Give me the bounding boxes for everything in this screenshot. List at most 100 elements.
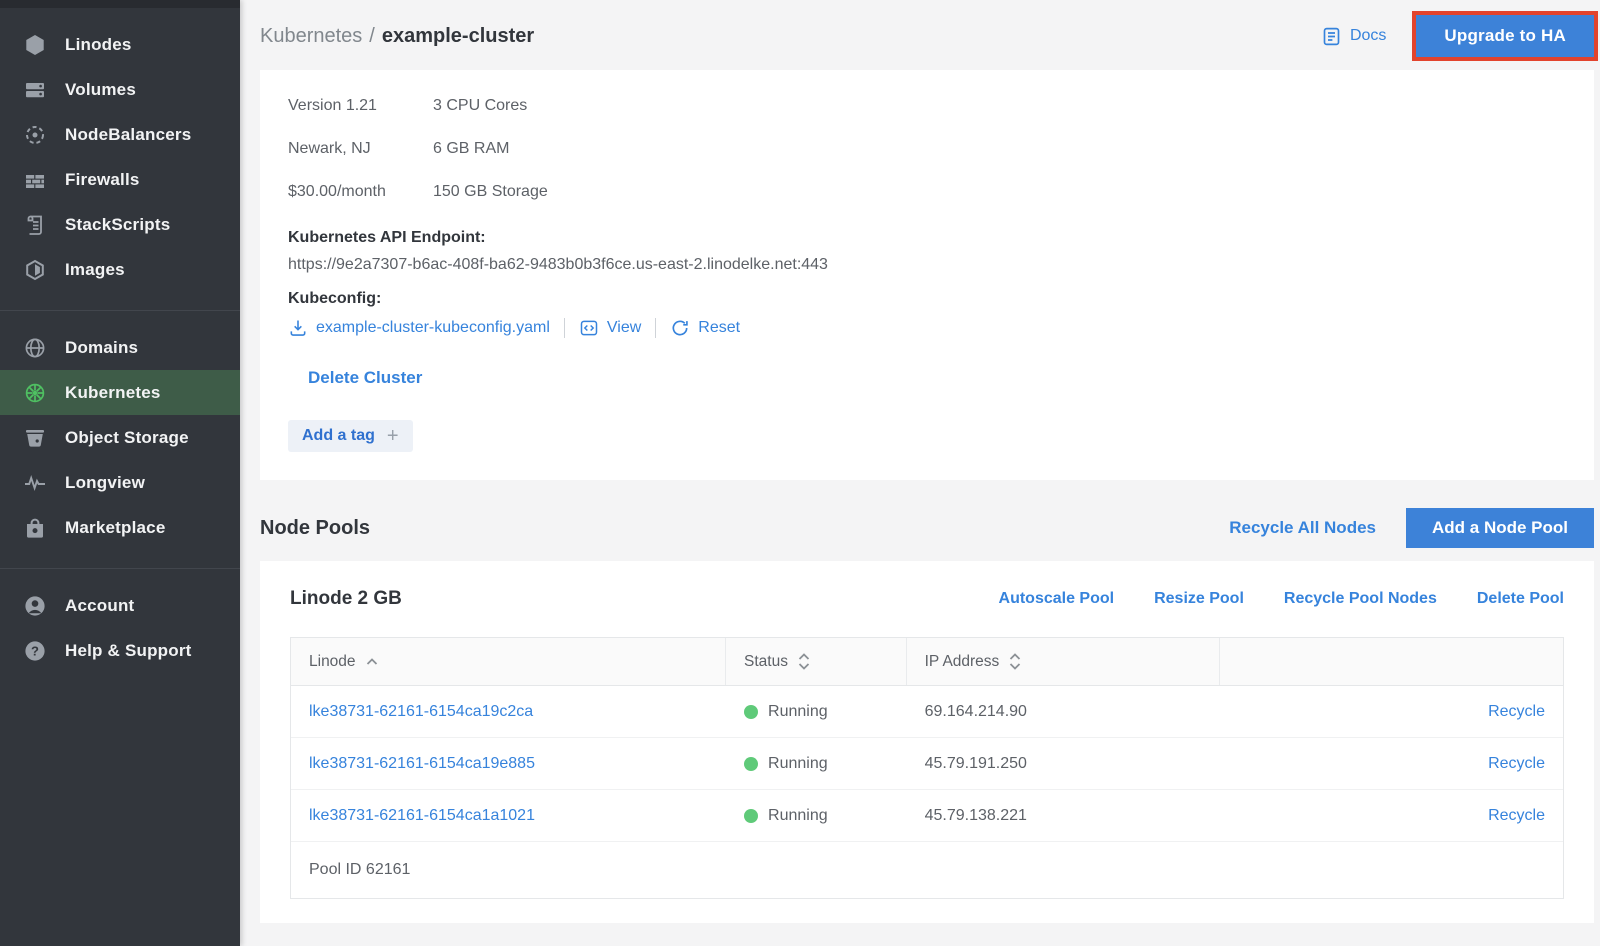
delete-pool-link[interactable]: Delete Pool — [1477, 590, 1564, 608]
kubeconfig-actions: example-cluster-kubeconfig.yaml View Res… — [288, 318, 1566, 338]
node-recycle-link[interactable]: Recycle — [1488, 703, 1545, 721]
status-dot-icon — [744, 757, 758, 771]
kubernetes-icon — [22, 380, 48, 406]
images-icon — [22, 257, 48, 283]
cluster-storage: 150 GB Storage — [433, 183, 548, 201]
node-recycle-link[interactable]: Recycle — [1488, 755, 1545, 773]
sidebar-item-linodes[interactable]: Linodes — [0, 22, 240, 67]
sidebar-item-longview[interactable]: Longview — [0, 460, 240, 505]
recycle-all-nodes-link[interactable]: Recycle All Nodes — [1229, 518, 1376, 538]
separator — [564, 318, 565, 338]
add-node-pool-button[interactable]: Add a Node Pool — [1406, 508, 1594, 548]
sidebar-item-account[interactable]: Account — [0, 583, 240, 628]
autoscale-pool-link[interactable]: Autoscale Pool — [999, 590, 1115, 608]
sidebar-item-label: NodeBalancers — [65, 125, 191, 145]
account-icon — [22, 593, 48, 619]
docs-label: Docs — [1350, 27, 1386, 45]
api-endpoint-label: Kubernetes API Endpoint: — [288, 229, 1566, 247]
resize-pool-link[interactable]: Resize Pool — [1154, 590, 1244, 608]
sidebar-item-label: Domains — [65, 338, 138, 358]
sidebar-item-images[interactable]: Images — [0, 247, 240, 292]
pool-card-header: Linode 2 GB Autoscale Pool Resize Pool R… — [290, 561, 1564, 637]
stackscripts-icon — [22, 212, 48, 238]
node-recycle-link[interactable]: Recycle — [1488, 807, 1545, 825]
sidebar-item-marketplace[interactable]: Marketplace — [0, 505, 240, 550]
column-header-ip-address[interactable]: IP Address — [907, 638, 1220, 685]
breadcrumb-separator: / — [369, 25, 375, 47]
domains-icon — [22, 335, 48, 361]
sidebar-item-stackscripts[interactable]: StackScripts — [0, 202, 240, 247]
add-tag-button[interactable]: Add a tag + — [288, 420, 413, 452]
sort-icon — [798, 653, 810, 670]
status-text: Running — [768, 755, 828, 773]
column-header-status[interactable]: Status — [726, 638, 907, 685]
sidebar-item-label: Volumes — [65, 80, 136, 100]
sidebar-item-nodebalancers[interactable]: NodeBalancers — [0, 112, 240, 157]
kubeconfig-download-link[interactable]: example-cluster-kubeconfig.yaml — [288, 318, 550, 338]
spec-row: Newark, NJ 6 GB RAM — [288, 127, 1566, 170]
sidebar-group-compute: Linodes Volumes NodeBalancers Firewalls … — [0, 8, 240, 310]
kubeconfig-view-link[interactable]: View — [579, 318, 641, 338]
docs-icon — [1321, 26, 1342, 47]
sidebar-item-label: Longview — [65, 473, 145, 493]
node-link[interactable]: lke38731-62161-6154ca19c2ca — [309, 703, 533, 721]
sidebar-item-help-support[interactable]: ? Help & Support — [0, 628, 240, 673]
linode-icon — [22, 32, 48, 58]
sidebar-item-volumes[interactable]: Volumes — [0, 67, 240, 112]
svg-text:?: ? — [31, 643, 39, 658]
reset-icon — [670, 318, 690, 338]
header-actions: Docs Upgrade to HA — [1321, 15, 1594, 57]
reset-label: Reset — [698, 319, 740, 337]
node-row: lke38731-62161-6154ca19e885 Running 45.7… — [291, 738, 1563, 790]
sidebar-item-kubernetes[interactable]: Kubernetes — [0, 370, 240, 415]
main-content: Kubernetes / example-cluster Docs Upgrade … — [240, 0, 1600, 946]
longview-icon — [22, 470, 48, 496]
sidebar-group-services: Domains Kubernetes Object Storage Longvi… — [0, 311, 240, 568]
sidebar-item-label: Kubernetes — [65, 383, 161, 403]
kubeconfig-reset-link[interactable]: Reset — [670, 318, 740, 338]
column-label: IP Address — [925, 653, 1000, 671]
page-header: Kubernetes / example-cluster Docs Upgrade … — [260, 0, 1594, 70]
delete-cluster-link[interactable]: Delete Cluster — [308, 368, 422, 388]
recycle-pool-nodes-link[interactable]: Recycle Pool Nodes — [1284, 590, 1437, 608]
nodebalancers-icon — [22, 122, 48, 148]
column-label: Status — [744, 653, 788, 671]
object-storage-icon — [22, 425, 48, 451]
node-row: lke38731-62161-6154ca1a1021 Running 45.7… — [291, 790, 1563, 842]
upgrade-highlight-annotation: Upgrade to HA — [1416, 15, 1594, 57]
add-tag-label: Add a tag — [302, 427, 375, 445]
pool-actions: Autoscale Pool Resize Pool Recycle Pool … — [999, 590, 1564, 608]
cluster-version: Version 1.21 — [288, 97, 433, 115]
download-icon — [288, 318, 308, 338]
sidebar-item-label: Linodes — [65, 35, 132, 55]
cluster-summary-card: Version 1.21 3 CPU Cores Newark, NJ 6 GB… — [260, 70, 1594, 480]
plus-icon: + — [387, 428, 399, 444]
sidebar: Linodes Volumes NodeBalancers Firewalls … — [0, 0, 240, 946]
node-link[interactable]: lke38731-62161-6154ca1a1021 — [309, 807, 535, 825]
status-badge: Running — [726, 755, 907, 773]
breadcrumb-kubernetes-link[interactable]: Kubernetes — [260, 25, 362, 47]
volumes-icon — [22, 77, 48, 103]
status-dot-icon — [744, 705, 758, 719]
column-header-actions — [1220, 638, 1563, 685]
api-endpoint-url: https://9e2a7307-b6ac-408f-ba62-9483b0b3… — [288, 256, 1566, 274]
cluster-ram: 6 GB RAM — [433, 140, 509, 158]
cluster-cpu: 3 CPU Cores — [433, 97, 527, 115]
breadcrumb-cluster-name: example-cluster — [382, 25, 534, 47]
status-badge: Running — [726, 703, 907, 721]
docs-link[interactable]: Docs — [1321, 26, 1386, 47]
upgrade-to-ha-button[interactable]: Upgrade to HA — [1416, 15, 1594, 57]
sidebar-item-object-storage[interactable]: Object Storage — [0, 415, 240, 460]
sidebar-item-firewalls[interactable]: Firewalls — [0, 157, 240, 202]
node-ip: 69.164.214.90 — [907, 703, 1220, 721]
status-text: Running — [768, 807, 828, 825]
breadcrumb: Kubernetes / example-cluster — [260, 25, 534, 48]
sidebar-item-label: Account — [65, 596, 134, 616]
column-header-linode[interactable]: Linode — [291, 638, 726, 685]
node-table: Linode Status IP Address — [290, 637, 1564, 899]
column-label: Linode — [309, 653, 356, 671]
sidebar-item-domains[interactable]: Domains — [0, 325, 240, 370]
node-link[interactable]: lke38731-62161-6154ca19e885 — [309, 755, 535, 773]
pool-card: Linode 2 GB Autoscale Pool Resize Pool R… — [260, 561, 1594, 923]
help-icon: ? — [22, 638, 48, 664]
